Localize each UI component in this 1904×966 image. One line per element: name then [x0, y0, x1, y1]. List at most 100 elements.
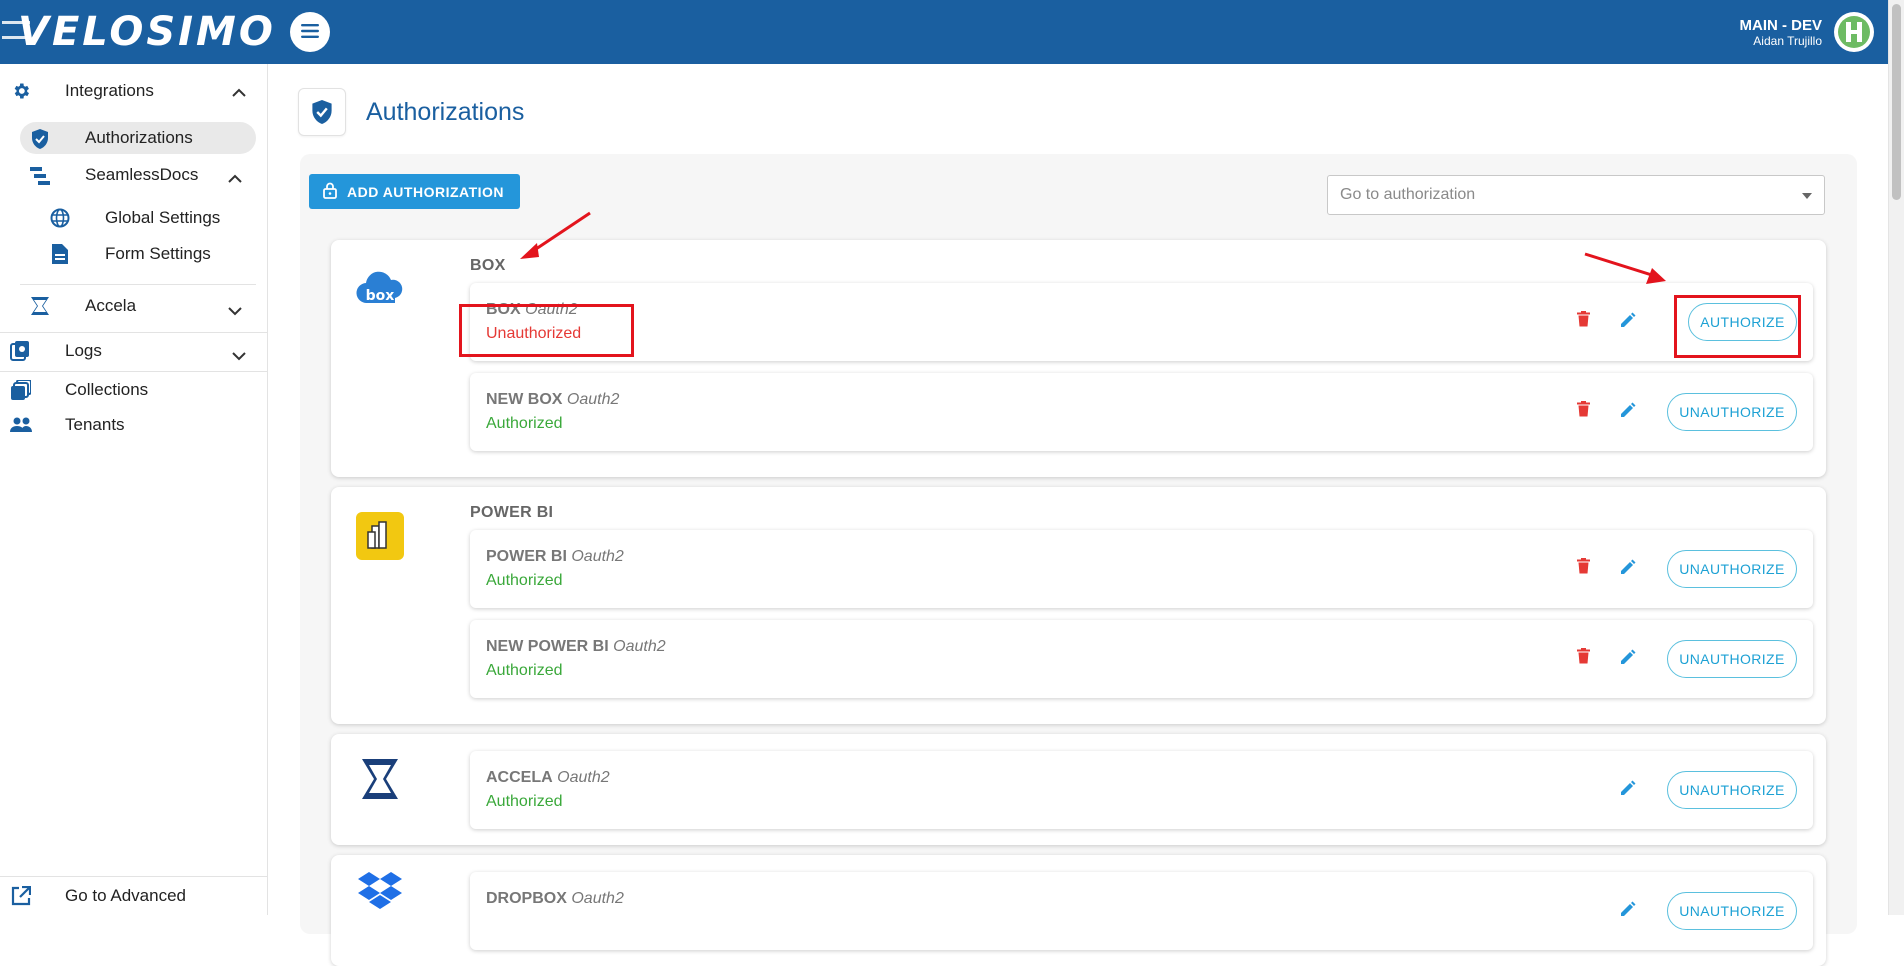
dropbox-logo-icon: [355, 867, 405, 917]
unauthorize-button[interactable]: UNAUTHORIZE: [1667, 393, 1797, 431]
svg-text:box: box: [366, 288, 395, 304]
sidebar-item-go-advanced[interactable]: Go to Advanced: [0, 878, 268, 914]
lock-icon: [323, 182, 337, 202]
authorization-row[interactable]: ACCELA Oauth2 Authorized UNAUTHORIZE: [470, 751, 1813, 829]
add-authorization-label: ADD AUTHORIZATION: [347, 183, 505, 200]
sidebar-item-collections[interactable]: Collections: [0, 372, 268, 408]
annotation-arrow: [520, 211, 591, 259]
sidebar-item-seamlessdocs[interactable]: SeamlessDocs: [20, 159, 256, 191]
brand: VELOSIMO: [2, 9, 330, 55]
authorization-row[interactable]: DROPBOX Oauth2 UNAUTHORIZE: [470, 872, 1813, 950]
shield-check-icon: [298, 88, 346, 136]
authorization-title: DROPBOX Oauth2: [486, 890, 624, 908]
authorization-row[interactable]: BOX Oauth2 Unauthorized AUTHORIZE: [470, 283, 1813, 361]
sidebar-item-global-settings[interactable]: Global Settings: [40, 204, 260, 232]
sidebar-item-label: SeamlessDocs: [85, 165, 199, 184]
sidebar-item-label: Accela: [85, 296, 137, 315]
sidebar-item-label: Authorizations: [85, 128, 193, 147]
caret-down-icon: [1802, 186, 1812, 204]
chevron-down-icon[interactable]: [228, 301, 242, 321]
annotation-highlight-box: [459, 304, 634, 357]
divider: [0, 876, 268, 877]
integration-group-accela: ACCELA Oauth2 Authorized UNAUTHORIZE: [331, 734, 1826, 845]
gear-icon: [10, 81, 32, 101]
power-bi-logo-icon: [355, 511, 405, 561]
page-title: Authorizations: [366, 97, 525, 126]
authorization-row[interactable]: NEW POWER BI Oauth2 Authorized UNAUTHORI…: [470, 620, 1813, 698]
unauthorize-button[interactable]: UNAUTHORIZE: [1667, 640, 1797, 678]
pencil-icon[interactable]: [1617, 644, 1639, 668]
vertical-scrollbar[interactable]: [1888, 0, 1904, 915]
unauthorize-button[interactable]: UNAUTHORIZE: [1667, 892, 1797, 930]
sidebar-item-authorizations[interactable]: Authorizations: [20, 122, 256, 154]
box-logo-icon: box: [355, 264, 405, 314]
authorization-name: POWER BI: [486, 548, 567, 565]
authorization-title: ACCELA Oauth2: [486, 769, 610, 787]
page-header: Authorizations: [298, 88, 524, 136]
external-link-icon: [10, 886, 32, 906]
sidebar: Integrations Authorizations SeamlessDocs…: [0, 64, 268, 915]
pencil-icon[interactable]: [1617, 896, 1639, 920]
authorization-name: DROPBOX: [486, 890, 567, 907]
sidebar-item-form-settings[interactable]: Form Settings: [40, 240, 260, 268]
pencil-icon[interactable]: [1617, 307, 1639, 331]
pencil-icon[interactable]: [1617, 397, 1639, 421]
pencil-icon[interactable]: [1617, 554, 1639, 578]
hamburger-icon: [300, 23, 319, 42]
authorization-status: Authorized: [486, 793, 563, 810]
authorization-status: Authorized: [486, 415, 563, 432]
unauthorize-button[interactable]: UNAUTHORIZE: [1667, 550, 1797, 588]
shield-check-icon: [30, 128, 50, 155]
authorization-title: NEW POWER BI Oauth2: [486, 638, 666, 656]
group-title: POWER BI: [470, 504, 554, 521]
sidebar-item-label: Collections: [65, 380, 149, 399]
sidebar-item-label: Form Settings: [105, 244, 211, 263]
goto-authorization-placeholder: Go to authorization: [1340, 186, 1476, 203]
authorization-status: Authorized: [486, 662, 563, 679]
brand-name: VELOSIMO: [18, 9, 276, 55]
top-bar: VELOSIMO MAIN - DEV Aidan Trujillo: [0, 0, 1888, 64]
authorization-status: Authorized: [486, 572, 563, 589]
collections-icon: [10, 380, 32, 400]
sidebar-item-integrations[interactable]: Integrations: [0, 73, 268, 109]
goto-authorization-select[interactable]: Go to authorization: [1327, 175, 1825, 215]
trash-icon[interactable]: [1572, 644, 1594, 668]
group-title: BOX: [470, 257, 506, 274]
avatar[interactable]: [1834, 12, 1874, 52]
integration-group-dropbox: DROPBOX Oauth2 UNAUTHORIZE: [331, 855, 1826, 966]
globe-icon: [50, 208, 70, 233]
menu-toggle-button[interactable]: [289, 12, 330, 52]
unauthorize-button[interactable]: UNAUTHORIZE: [1667, 771, 1797, 809]
sidebar-item-label: Logs: [65, 341, 102, 360]
accela-logo-icon: [355, 754, 405, 804]
document-icon: [52, 244, 68, 269]
sidebar-item-accela[interactable]: Accela: [20, 288, 256, 324]
trash-icon[interactable]: [1572, 397, 1594, 421]
people-icon: [10, 415, 32, 435]
authorization-name: NEW POWER BI: [486, 638, 609, 655]
trash-icon[interactable]: [1572, 554, 1594, 578]
sidebar-item-logs[interactable]: Logs: [0, 333, 268, 369]
velosimo-logo[interactable]: VELOSIMO: [2, 9, 276, 55]
authorization-type: Oauth2: [613, 638, 666, 655]
environment-user[interactable]: MAIN - DEV Aidan Trujillo: [1739, 12, 1874, 52]
sidebar-item-tenants[interactable]: Tenants: [0, 407, 268, 443]
sidebar-item-label: Global Settings: [105, 208, 221, 227]
accela-icon: [30, 296, 50, 321]
integration-group-power-bi: POWER BI POWER BI Oauth2 Authorized UNAU…: [331, 487, 1826, 724]
authorization-name: NEW BOX: [486, 391, 563, 408]
chevron-down-icon[interactable]: [232, 346, 246, 366]
pencil-icon[interactable]: [1617, 775, 1639, 799]
add-authorization-button[interactable]: ADD AUTHORIZATION: [309, 174, 521, 209]
authorization-row[interactable]: POWER BI Oauth2 Authorized UNAUTHORIZE: [470, 530, 1813, 608]
chevron-up-icon[interactable]: [228, 169, 242, 189]
scrollbar-thumb[interactable]: [1892, 4, 1901, 200]
environment-name: MAIN - DEV: [1739, 16, 1823, 34]
authorization-row[interactable]: NEW BOX Oauth2 Authorized UNAUTHORIZE: [470, 373, 1813, 451]
authorization-type: Oauth2: [566, 391, 620, 408]
divider: [20, 284, 256, 285]
annotation-highlight-box: [1674, 295, 1801, 358]
chevron-up-icon[interactable]: [232, 83, 246, 103]
authorization-type: Oauth2: [571, 890, 624, 907]
trash-icon[interactable]: [1572, 307, 1594, 331]
